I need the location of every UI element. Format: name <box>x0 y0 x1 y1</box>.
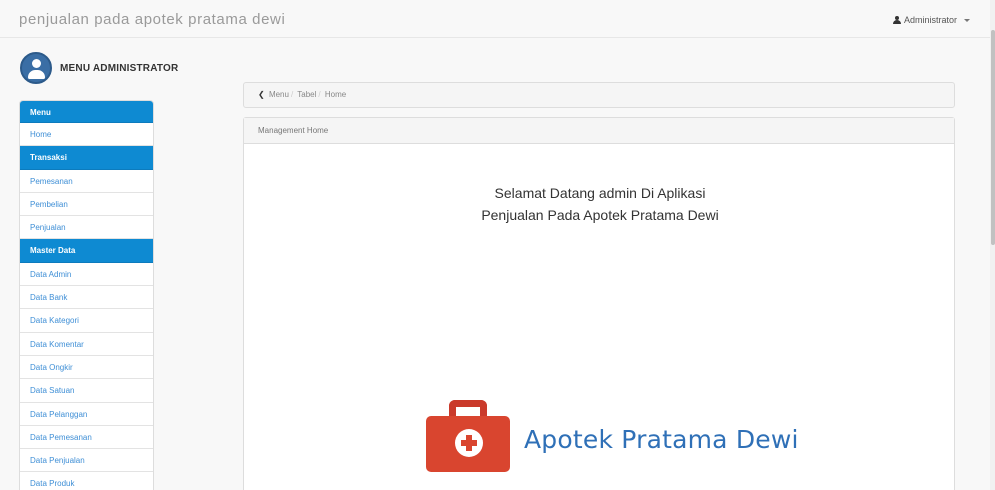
top-navbar: penjualan pada apotek pratama dewi Admin… <box>0 0 990 38</box>
caret-down-icon <box>964 18 970 22</box>
sidebar-item-data-bank[interactable]: Data Bank <box>20 286 153 310</box>
panel-heading: Management Home <box>244 118 954 144</box>
sidebar-section-menu: Menu <box>20 101 153 123</box>
page-scrollbar[interactable] <box>990 0 995 490</box>
welcome-line-2: Penjualan Pada Apotek Pratama Dewi <box>481 207 719 223</box>
chevron-left-icon[interactable]: ❮ <box>258 90 265 99</box>
app-brand[interactable]: penjualan pada apotek pratama dewi <box>19 11 285 28</box>
sidebar-item-pembelian[interactable]: Pembelian <box>20 193 153 217</box>
sidebar-section-transaksi: Transaksi <box>20 146 153 170</box>
medical-bag-icon <box>426 400 510 472</box>
breadcrumb-menu[interactable]: Menu <box>269 90 289 99</box>
sidebar-item-home[interactable]: Home <box>20 123 153 147</box>
welcome-line-1: Selamat Datang admin Di Aplikasi <box>494 185 706 201</box>
scrollbar-thumb[interactable] <box>991 30 995 245</box>
apotek-logo: Apotek Pratama Dewi <box>426 400 799 472</box>
sidebar-item-penjualan[interactable]: Penjualan <box>20 216 153 240</box>
sidebar-menu: Menu Home Transaksi Pemesanan Pembelian Penju… <box>19 100 154 490</box>
sidebar-item-data-produk[interactable]: Data Produk <box>20 472 153 490</box>
sidebar-item-data-ongkir[interactable]: Data Ongkir <box>20 356 153 380</box>
sidebar-section-master-data: Master Data <box>20 239 153 263</box>
sidebar-title: MENU ADMINISTRATOR <box>60 62 179 74</box>
user-icon <box>892 16 901 24</box>
sidebar-item-data-komentar[interactable]: Data Komentar <box>20 333 153 356</box>
sidebar-item-data-satuan[interactable]: Data Satuan <box>20 379 153 403</box>
main-panel: Management Home Selamat Datang admin Di … <box>243 117 955 490</box>
user-dropdown[interactable]: Administrator <box>892 15 970 25</box>
breadcrumb: ❮ Menu / Tabel / Home <box>243 82 955 108</box>
sidebar-item-data-admin[interactable]: Data Admin <box>20 263 153 287</box>
breadcrumb-home: Home <box>324 90 347 99</box>
admin-avatar-icon <box>20 52 52 84</box>
sidebar-item-data-kategori[interactable]: Data Kategori <box>20 309 153 333</box>
sidebar-item-data-penjualan[interactable]: Data Penjualan <box>20 449 153 473</box>
welcome-message: Selamat Datang admin Di Aplikasi Penjual… <box>244 182 956 226</box>
sidebar-item-data-pelanggan[interactable]: Data Pelanggan <box>20 403 153 426</box>
logo-text: Apotek Pratama Dewi <box>524 424 799 454</box>
sidebar-item-pemesanan[interactable]: Pemesanan <box>20 170 153 193</box>
sidebar-item-data-pemesanan[interactable]: Data Pemesanan <box>20 426 153 450</box>
sidebar-header: MENU ADMINISTRATOR <box>20 52 178 84</box>
breadcrumb-tabel[interactable]: Tabel <box>297 90 316 99</box>
user-label: Administrator <box>903 15 957 25</box>
